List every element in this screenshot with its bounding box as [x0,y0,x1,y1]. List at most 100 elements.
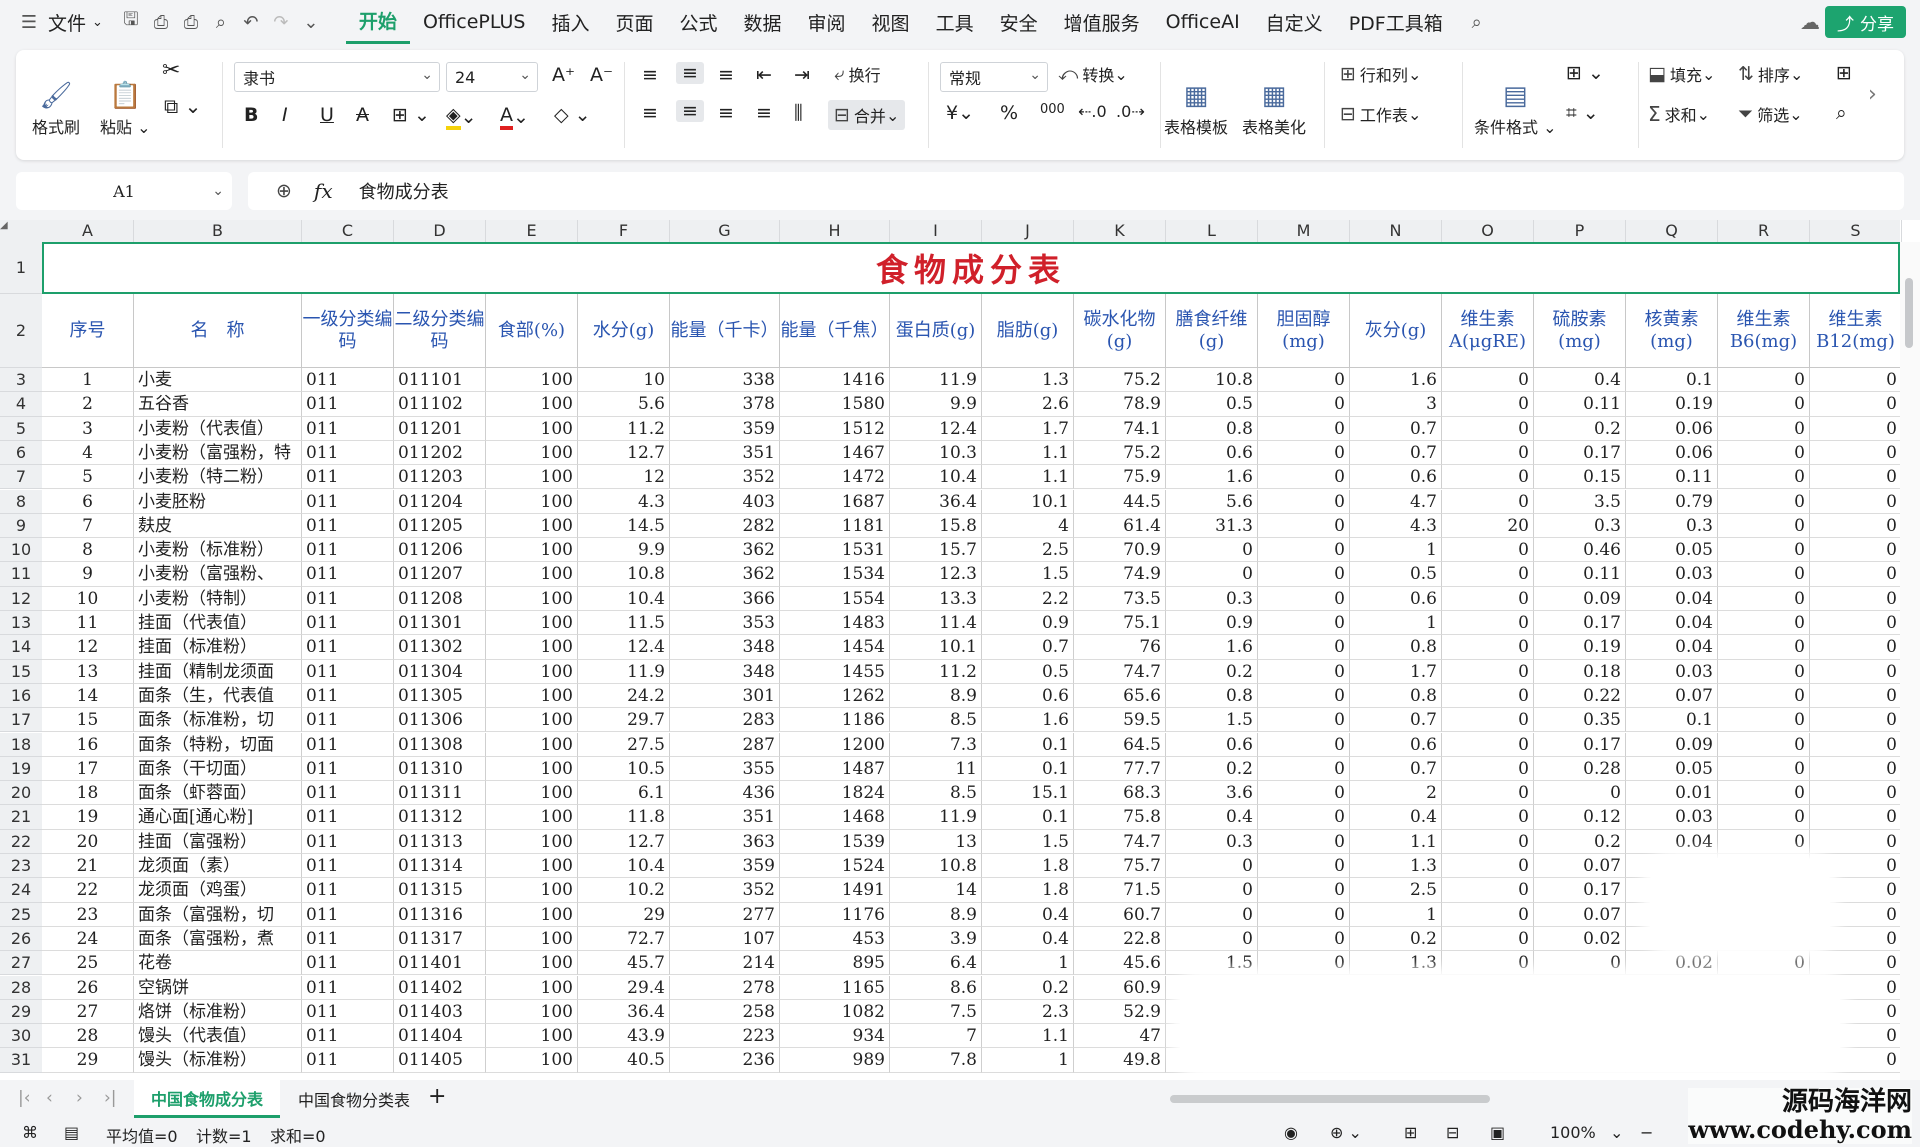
menu-tab[interactable]: 数据 [731,0,795,44]
row-header[interactable]: 3 [0,368,42,393]
table-cell[interactable]: 6.4 [890,951,982,976]
print-preview-icon[interactable]: ⌕ [206,7,236,37]
table-cell[interactable]: 1472 [780,465,890,490]
table-cell[interactable]: 小麦 [134,368,302,393]
table-cell[interactable]: 2 [1350,781,1442,806]
table-cell[interactable]: 0.2 [1166,756,1258,782]
table-cell[interactable]: 0 [1258,635,1350,660]
table-cell[interactable]: 面条（标准粉，切 [134,708,302,733]
table-cell[interactable]: 011 [302,538,394,563]
zoom-formula-icon[interactable]: ⊕ [276,180,292,202]
table-cell[interactable]: 五谷香 [134,392,302,417]
normal-view-icon[interactable]: ⊞ [1404,1123,1417,1142]
zoom-dropdown-icon[interactable]: ⌄ [1610,1123,1623,1142]
table-cell[interactable]: 100 [486,781,578,806]
table-cell[interactable]: 烙饼（标准粉） [134,999,302,1025]
table-cell[interactable]: 47 [1074,1024,1166,1049]
table-cell[interactable]: 22.8 [1074,926,1166,952]
zoom-level[interactable]: 100% [1550,1123,1596,1142]
table-cell[interactable]: 45.7 [578,951,670,976]
table-cell[interactable]: 0.6 [1350,465,1442,490]
table-cell[interactable]: 13 [42,659,134,684]
sheet-tab-active[interactable]: 中国食物成分表 [134,1080,280,1118]
column-title-cell[interactable]: 水分(g) [578,294,670,368]
table-cell[interactable]: 100 [486,683,578,709]
table-cell[interactable]: 1.5 [1166,708,1258,733]
table-cell[interactable]: 23 [42,902,134,927]
table-cell[interactable]: 16 [42,732,134,757]
menu-tab[interactable]: 自定义 [1253,0,1336,44]
table-cell[interactable]: 0.3 [1166,829,1258,854]
table-template-button[interactable]: ▦ 表格模板 [1164,62,1228,138]
table-cell[interactable]: 0 [1442,781,1534,806]
table-cell[interactable]: 0 [1810,513,1902,539]
formula-input[interactable]: ⊕ fx 食物成分表 [248,172,1904,210]
share-button[interactable]: ⤴ 分享 [1825,6,1906,38]
table-cell[interactable]: 0.8 [1166,416,1258,441]
table-cell[interactable]: 0.8 [1350,635,1442,660]
table-cell[interactable]: 12 [42,635,134,660]
table-cell[interactable]: 29.7 [578,708,670,733]
table-cell[interactable]: 100 [486,878,578,903]
table-cell[interactable]: 0 [1258,926,1350,952]
table-cell[interactable]: 1 [982,951,1074,976]
conditional-format-button[interactable]: ▤ 条件格式 ⌄ [1474,62,1557,138]
column-title-cell[interactable]: 序号 [42,294,134,368]
table-cell[interactable]: 989 [780,1048,890,1073]
table-cell[interactable]: 65.6 [1074,683,1166,709]
table-cell[interactable]: 8.9 [890,902,982,927]
table-cell[interactable]: 龙须面（素） [134,854,302,879]
crop-icon[interactable]: ⌗ ⌄ [1566,102,1599,124]
table-cell[interactable]: 73.5 [1074,586,1166,611]
table-cell[interactable]: 通心面[通心粉] [134,805,302,830]
table-cell[interactable]: 0.03 [1626,659,1718,684]
menu-tab[interactable]: OfficePLUS [410,0,539,44]
prev-sheet-icon[interactable]: ‹ [46,1088,53,1108]
column-title-cell[interactable]: 灰分(g) [1350,294,1442,368]
table-cell[interactable]: 0.6 [1350,732,1442,757]
worksheet-button[interactable]: ⊟ 工作表 ⌄ [1340,102,1421,126]
table-cell[interactable]: 花卷 [134,951,302,976]
table-cell[interactable]: 011403 [394,999,486,1025]
table-cell[interactable]: 12.7 [578,829,670,854]
table-cell[interactable]: 011 [302,586,394,611]
table-cell[interactable]: 100 [486,756,578,782]
table-cell[interactable]: 0 [1258,538,1350,563]
table-cell[interactable]: 小麦粉（富强粉，特 [134,440,302,466]
table-cell[interactable]: 10.8 [890,854,982,879]
table-cell[interactable]: 0 [1442,416,1534,441]
align-top-icon[interactable]: ≡ [642,64,658,86]
add-sheet-button[interactable]: + [428,1084,446,1109]
table-cell[interactable]: 214 [670,951,780,976]
table-cell[interactable]: 6 [42,489,134,514]
table-cell[interactable]: 1.3 [982,368,1074,393]
page-break-view-icon[interactable]: ▣ [1490,1123,1505,1142]
table-cell[interactable]: 0 [1718,635,1810,660]
table-cell[interactable]: 011 [302,829,394,854]
row-header[interactable]: 18 [0,732,42,757]
table-cell[interactable]: 0 [1810,440,1902,466]
table-cell[interactable]: 0.9 [1166,611,1258,636]
table-cell[interactable]: 0 [1718,708,1810,733]
table-cell[interactable]: 011 [302,635,394,660]
menu-tab[interactable]: 插入 [538,0,602,44]
table-cell[interactable]: 10.5 [578,756,670,782]
table-cell[interactable]: 011204 [394,489,486,514]
convert-button[interactable]: ⤺ 转换 ⌄ [1058,62,1128,86]
table-cell[interactable]: 011 [302,805,394,830]
table-cell[interactable]: 27.5 [578,732,670,757]
table-cell[interactable]: 43.9 [578,1024,670,1049]
table-cell[interactable]: 15.8 [890,513,982,539]
table-cell[interactable]: 0.6 [1166,440,1258,466]
table-cell[interactable]: 436 [670,781,780,806]
row-col-button[interactable]: ⊞ 行和列 ⌄ [1340,62,1421,86]
table-cell[interactable]: 4 [982,513,1074,539]
table-cell[interactable]: 3.5 [1534,489,1626,514]
row-header[interactable]: 15 [0,659,42,684]
table-cell[interactable]: 011205 [394,513,486,539]
table-cell[interactable]: 59.5 [1074,708,1166,733]
column-header[interactable]: N [1350,220,1442,242]
table-cell[interactable]: 1176 [780,902,890,927]
table-cell[interactable]: 10.1 [890,635,982,660]
table-cell[interactable]: 24 [42,926,134,952]
